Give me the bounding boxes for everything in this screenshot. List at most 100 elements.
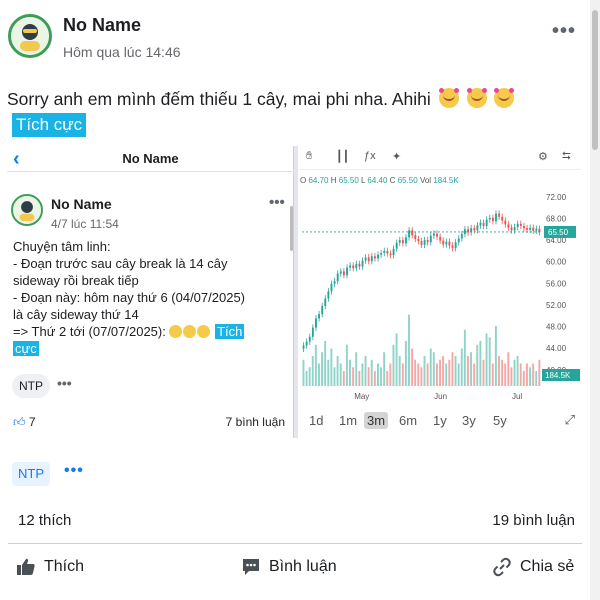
volume-bar xyxy=(318,363,320,386)
candle-body xyxy=(355,263,358,269)
candle-body xyxy=(491,217,494,222)
volume-bar xyxy=(352,367,355,386)
volume-bar xyxy=(336,356,339,386)
more-options-icon[interactable]: ••• xyxy=(552,20,576,43)
period-3y: 3y xyxy=(462,413,476,428)
embedded-post-screenshot: ‹ No Name No Name 4/7 lúc 11:54 ••• Chuy… xyxy=(7,146,294,438)
volume-bar xyxy=(417,363,420,386)
kiss-emoji-icon xyxy=(169,325,183,338)
candle-body xyxy=(535,228,538,231)
volume-bar xyxy=(535,371,538,386)
volume-bar xyxy=(370,359,373,386)
embedded-time: 4/7 lúc 11:54 xyxy=(51,217,119,231)
candle-body xyxy=(308,336,311,342)
candle-body xyxy=(464,229,466,235)
attached-image[interactable]: ‹ No Name No Name 4/7 lúc 11:54 ••• Chuy… xyxy=(7,146,581,438)
volume-bar xyxy=(460,348,463,386)
volume-bar xyxy=(522,371,525,386)
candle-body xyxy=(476,225,479,231)
comment-bubble-icon xyxy=(243,559,259,575)
embedded-tag-part2: cực xyxy=(13,341,39,356)
expand-icon: ⤢ xyxy=(564,412,575,427)
like-button[interactable]: Thích xyxy=(16,557,84,577)
avatar-icon xyxy=(13,196,41,224)
like-count[interactable]: 12 thích xyxy=(18,512,71,529)
like-label: Thích xyxy=(44,558,85,575)
page-scrollbar[interactable] xyxy=(590,0,600,600)
link-chain-icon xyxy=(493,557,511,577)
love-face-emoji-icon xyxy=(438,88,459,108)
candle-body xyxy=(473,228,476,231)
x-tick-label: Jul xyxy=(512,392,522,401)
volume-bar xyxy=(339,363,342,386)
volume-bar xyxy=(392,344,395,386)
embedded-line: - Đoạn trước sau cây break là 14 cây xyxy=(13,256,228,271)
candle-body xyxy=(339,271,342,274)
share-button[interactable]: Chia sẻ xyxy=(492,557,574,577)
post-time[interactable]: Hôm qua lúc 14:46 xyxy=(63,44,181,60)
share-label: Chia sẻ xyxy=(520,558,575,575)
candle-body xyxy=(373,256,376,259)
candle-body xyxy=(498,213,501,217)
volume-bar xyxy=(355,352,358,386)
post-body: Sorry anh em mình đếm thiếu 1 cây, mai p… xyxy=(7,89,431,109)
candle-body xyxy=(417,238,420,242)
embedded-line: => Thứ 2 tới (07/07/2025): xyxy=(13,324,170,339)
candle-body xyxy=(495,213,497,222)
candle-body xyxy=(522,226,525,229)
candle-body xyxy=(482,222,485,226)
embedded-tag-part1: Tích xyxy=(215,324,245,339)
volume-bar xyxy=(308,367,311,386)
x-tick-label: May xyxy=(354,392,369,401)
volume-bar xyxy=(504,363,507,386)
volume-bar xyxy=(364,356,367,386)
volume-bar xyxy=(327,359,330,386)
love-face-emoji-icon xyxy=(494,88,515,108)
volume-bar xyxy=(401,363,404,386)
volume-bar xyxy=(376,363,379,386)
comment-label: Bình luận xyxy=(269,558,337,575)
embedded-chip: NTP xyxy=(12,374,50,398)
candle-body xyxy=(448,241,451,246)
candle-body xyxy=(429,235,432,243)
candle-body xyxy=(333,281,336,284)
volume-bar xyxy=(463,329,466,386)
candle-body xyxy=(336,273,339,282)
comment-button[interactable]: Bình luận xyxy=(241,557,337,577)
candle-body xyxy=(442,240,445,245)
last-volume-label: 184.5K xyxy=(545,371,571,380)
period-5y: 5y xyxy=(493,413,507,428)
candle-body xyxy=(420,241,423,245)
candle-body xyxy=(318,314,321,319)
candle-body xyxy=(457,238,460,243)
volume-bar xyxy=(321,352,324,386)
candle-body xyxy=(526,228,528,230)
period-1y: 1y xyxy=(433,413,447,428)
author-name[interactable]: No Name xyxy=(63,15,141,36)
ntp-tag-chip[interactable]: NTP xyxy=(12,462,50,486)
period-3m: 3m xyxy=(364,412,389,429)
author-avatar[interactable] xyxy=(8,14,52,58)
volume-bar xyxy=(423,356,426,386)
embedded-line: sideway rồi break tiếp xyxy=(13,273,139,288)
candle-body xyxy=(426,240,429,243)
candle-body xyxy=(349,265,352,268)
volume-bar xyxy=(383,352,386,386)
volume-bar xyxy=(408,314,410,386)
candle-body xyxy=(401,240,404,244)
volume-bar xyxy=(445,363,448,386)
embedded-avatar xyxy=(11,194,43,226)
volume-bar xyxy=(479,341,482,386)
volume-bar xyxy=(501,359,504,386)
candle-body xyxy=(327,291,330,299)
volume-bar xyxy=(361,363,364,386)
scrollbar-thumb[interactable] xyxy=(592,10,598,150)
embedded-title: No Name xyxy=(122,151,179,166)
chip-more-icon[interactable]: ••• xyxy=(64,462,84,480)
volume-bar xyxy=(470,352,473,386)
comment-count[interactable]: 19 bình luận xyxy=(492,512,575,529)
volume-bar xyxy=(398,356,401,386)
sentiment-tag[interactable]: Tích cực xyxy=(12,113,87,137)
volume-bar xyxy=(429,348,432,386)
volume-bar xyxy=(538,359,541,386)
